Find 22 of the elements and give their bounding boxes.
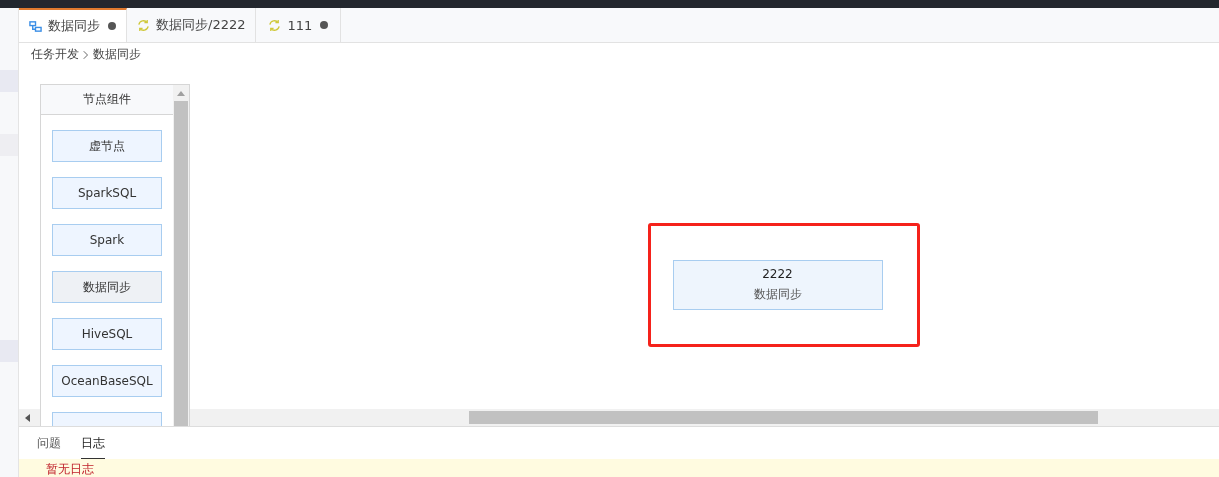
node-item[interactable]: HiveSQL [52, 318, 162, 350]
editor-tab[interactable]: 111 [256, 8, 342, 43]
panel-title: 节点组件 [41, 85, 173, 115]
node-item[interactable]: OceanBaseSQL [52, 365, 162, 397]
node-item[interactable]: Spark [52, 224, 162, 256]
scroll-left-button[interactable] [19, 409, 40, 426]
node-item[interactable]: SparkSQL [52, 177, 162, 209]
breadcrumb-item[interactable]: 任务开发 [31, 46, 79, 64]
canvas-node[interactable]: 2222 数据同步 [672, 260, 883, 310]
node-item[interactable]: 虚节点 [52, 130, 162, 162]
breadcrumb-item[interactable]: 数据同步 [93, 46, 141, 64]
editor-tab[interactable]: 数据同步/2222 [127, 8, 257, 43]
editor-tab[interactable]: 数据同步 [19, 8, 127, 43]
scrollbar[interactable] [190, 409, 1219, 426]
sync-icon [137, 18, 150, 32]
chevron-icon [83, 49, 89, 60]
sync-icon [268, 18, 282, 32]
log-message: 暂无日志 [19, 459, 1219, 477]
scrollbar[interactable] [173, 85, 189, 426]
flow-icon [29, 19, 42, 33]
node-item[interactable]: 数据同步 [52, 271, 162, 303]
panel-tab[interactable]: 问题 [37, 427, 61, 459]
